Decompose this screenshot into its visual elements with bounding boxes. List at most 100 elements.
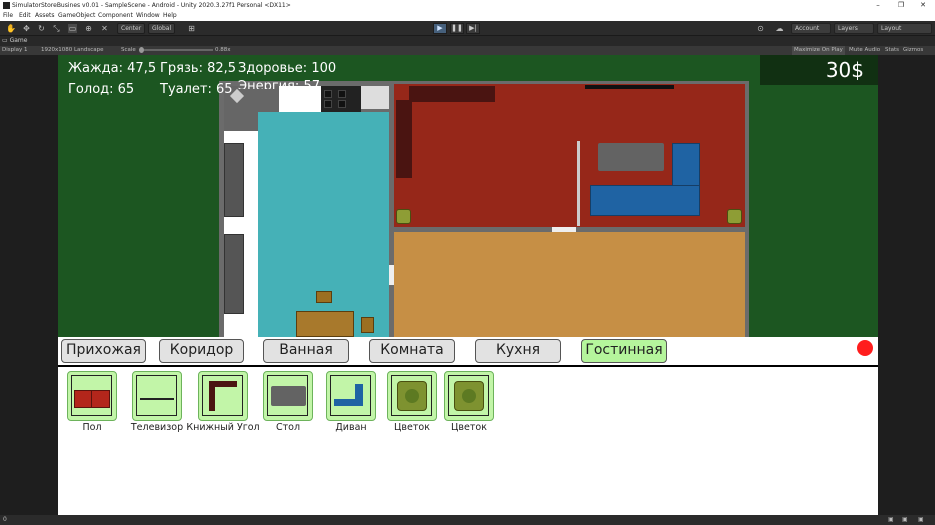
transform-tool-icon[interactable]: ⊕ (84, 24, 93, 33)
grid-snap-icon[interactable]: ⊞ (187, 24, 196, 33)
play-button[interactable]: ▶ (433, 23, 447, 34)
scale-label: Scale (121, 47, 136, 53)
thirst-stat: Жажда: 47,5 (68, 61, 157, 76)
item-slot[interactable] (326, 371, 376, 421)
stove-burner (324, 90, 332, 98)
status-icon[interactable]: ▣ (918, 515, 924, 525)
menu-window[interactable]: Window (136, 11, 160, 21)
close-button[interactable]: ✕ (913, 0, 933, 11)
scale-slider[interactable] (139, 49, 213, 51)
build-panel: Прихожая Коридор Ванная Комната Кухня Го… (58, 337, 878, 518)
item-label: Цветок (451, 422, 487, 433)
item-table[interactable]: Стол (263, 371, 313, 433)
potted-flower (727, 209, 742, 224)
item-slot[interactable] (263, 371, 313, 421)
item-slot[interactable] (67, 371, 117, 421)
pivot-center-button[interactable]: Center (117, 23, 146, 34)
wall-cabinet (279, 86, 321, 112)
game-tab-row: ▭ Game (0, 36, 935, 46)
collab-icon[interactable]: ⊙ (756, 24, 765, 33)
game-tab-icon: ▭ (2, 37, 10, 44)
stats-toggle[interactable]: Stats (885, 46, 899, 55)
custom-tool-icon[interactable]: ✕ (100, 24, 109, 33)
toilet-stat: Туалет: 65 (160, 82, 233, 97)
menu-bar: File Edit Assets GameObject Component Wi… (0, 11, 935, 21)
scale-tool-icon[interactable]: ⤡ (52, 24, 61, 33)
window-titlebar: SimulatorStoreBusines v0.01 - SampleScen… (0, 0, 935, 11)
bookshelf-top (409, 86, 495, 102)
menu-file[interactable]: File (3, 11, 13, 21)
menu-assets[interactable]: Assets (35, 11, 55, 21)
counter (361, 86, 389, 109)
status-bar: 0 ▣ ▣ ▣ (0, 515, 935, 525)
tab-corridor[interactable]: Коридор (159, 339, 244, 363)
scale-slider-handle[interactable] (139, 47, 144, 53)
room-tabs: Прихожая Коридор Ванная Комната Кухня Го… (58, 337, 878, 367)
maximize-button[interactable]: ❐ (891, 0, 911, 11)
hand-tool-icon[interactable]: ✋ (6, 24, 16, 33)
step-button[interactable]: ▶| (466, 23, 480, 34)
item-slot[interactable] (444, 371, 494, 421)
layout-dropdown[interactable]: Layout (877, 23, 932, 34)
game-controls-bar: Display 1 1920x1080 Landscape Scale 0.88… (0, 46, 935, 55)
bookshelf-corner-icon (202, 375, 243, 416)
floor-icon (71, 375, 112, 416)
item-slot[interactable] (132, 371, 182, 421)
item-flower[interactable]: Цветок (444, 371, 494, 433)
item-tv[interactable]: Телевизор (131, 371, 183, 433)
hunger-stat: Голод: 65 (68, 82, 135, 97)
minimize-button[interactable]: – (868, 0, 888, 11)
item-sofa[interactable]: Диван (326, 371, 376, 433)
display-dropdown[interactable]: Display 1 (2, 46, 28, 55)
tv (585, 85, 674, 89)
tab-game[interactable]: ▭ Game (2, 36, 27, 46)
stove-burner (324, 100, 332, 108)
pause-button[interactable]: ❚❚ (450, 23, 464, 34)
unity-logo-icon (3, 2, 10, 9)
chair (316, 291, 332, 303)
corner-sofa (590, 143, 700, 218)
chair (361, 317, 374, 333)
flower-icon (391, 375, 432, 416)
item-floor[interactable]: Пол (67, 371, 117, 433)
tab-hallway[interactable]: Прихожая (61, 339, 146, 363)
status-icon[interactable]: ▣ (902, 515, 908, 525)
health-stat: Здоровье: 100 (238, 61, 337, 76)
item-bookshelf-corner[interactable]: Книжный Угол (186, 371, 260, 433)
tab-living-room[interactable]: Гостинная (581, 339, 667, 363)
status-icon[interactable]: ▣ (888, 515, 894, 525)
cloud-icon[interactable]: ☁ (775, 24, 784, 33)
tab-room[interactable]: Комната (369, 339, 455, 363)
gizmos-dropdown[interactable]: Gizmos (903, 46, 923, 55)
item-slot[interactable] (387, 371, 437, 421)
tab-kitchen[interactable]: Кухня (475, 339, 561, 363)
menu-help[interactable]: Help (163, 11, 177, 21)
tv-icon (136, 375, 177, 416)
rect-tool-icon[interactable]: ▭ (68, 24, 77, 33)
maximize-on-play-toggle[interactable]: Maximize On Play (792, 46, 845, 55)
main-toolbar: ✋ ✥ ↻ ⤡ ▭ ⊕ ✕ Center Global ⊞ ▶ ❚❚ ▶| ⊙ … (0, 21, 935, 36)
account-dropdown[interactable]: Account (791, 23, 831, 34)
dining-table (296, 311, 354, 337)
status-text: 0 (3, 516, 7, 523)
stove-burner (338, 100, 346, 108)
wardrobe (224, 234, 244, 314)
space-global-button[interactable]: Global (148, 23, 176, 34)
record-indicator[interactable] (857, 340, 873, 356)
mute-audio-toggle[interactable]: Mute Audio (849, 46, 880, 55)
tab-bathroom[interactable]: Ванная (263, 339, 349, 363)
resolution-dropdown[interactable]: 1920x1080 Landscape (41, 46, 104, 55)
rotate-tool-icon[interactable]: ↻ (37, 24, 46, 33)
item-slot[interactable] (198, 371, 248, 421)
bookshelf-side (396, 100, 412, 178)
menu-component[interactable]: Component (98, 11, 133, 21)
move-tool-icon[interactable]: ✥ (22, 24, 31, 33)
menu-gameobject[interactable]: GameObject (58, 11, 95, 21)
potted-flower (396, 209, 411, 224)
game-tab-label: Game (9, 37, 28, 44)
sofa-icon (330, 375, 371, 416)
energy-stat: Энергия: 57 (238, 79, 320, 89)
dirt-stat: Грязь: 82,5 (160, 61, 237, 76)
layers-dropdown[interactable]: Layers (834, 23, 874, 34)
menu-edit[interactable]: Edit (19, 11, 31, 21)
